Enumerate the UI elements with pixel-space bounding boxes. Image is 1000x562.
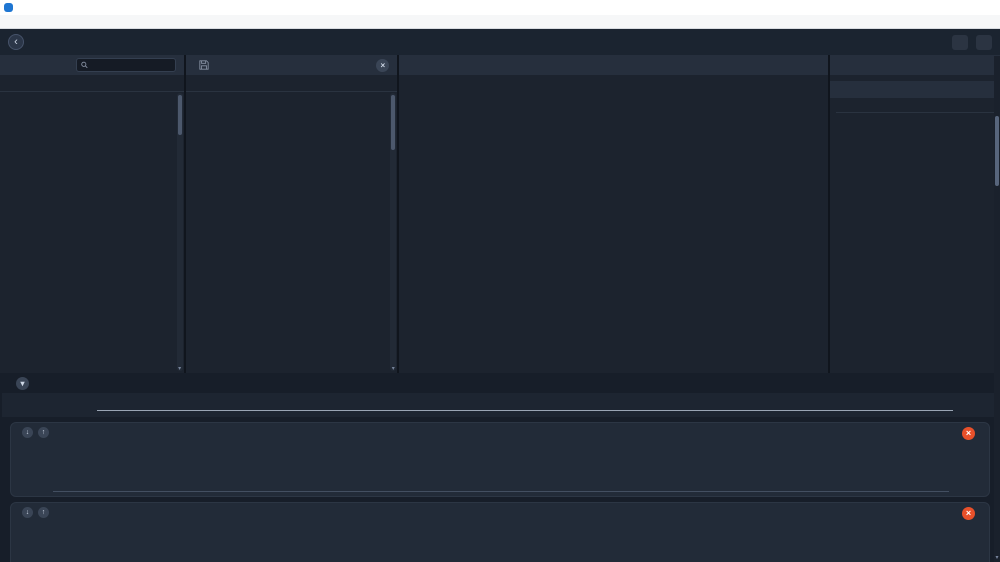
y-axis-left	[17, 440, 53, 492]
airtime-usage-panel	[399, 55, 828, 373]
signal-strength-bars-chart[interactable]	[53, 520, 949, 562]
time-ruler[interactable]	[2, 393, 998, 417]
move-down-icon[interactable]: ↓	[22, 507, 33, 518]
breadcrumb-bar: ‹	[0, 29, 1000, 55]
move-up-icon[interactable]: ↑	[38, 427, 49, 438]
graph-close-icon[interactable]: ×	[962, 427, 975, 440]
y-axis-right	[949, 520, 983, 562]
airtime-sunburst-chart[interactable]	[399, 75, 828, 373]
signal-strength-graph-panel: ↓ ↑ ×	[10, 502, 990, 562]
capture-size-badge[interactable]	[976, 35, 992, 50]
search-box[interactable]	[76, 58, 176, 72]
band-badge[interactable]	[952, 35, 968, 50]
search-input[interactable]	[91, 60, 171, 70]
graph-close-icon[interactable]: ×	[962, 507, 975, 520]
time-graphs-section: ▾ ↓ ↑ × ↓ ↑ ×	[0, 373, 1000, 562]
save-icon[interactable]	[199, 60, 209, 70]
title-bar	[0, 0, 1000, 15]
ap-transmit-bars-chart[interactable]	[53, 440, 949, 492]
packet-flow-close-icon[interactable]: ×	[376, 59, 389, 72]
ap-transmit-graph-panel: ↓ ↑ ×	[10, 422, 990, 497]
window-scrollbar[interactable]: ▾	[994, 56, 1000, 562]
app-logo-icon	[4, 3, 13, 12]
search-icon	[81, 61, 88, 69]
events-scrollbar[interactable]: ▾	[177, 93, 183, 371]
menu-bar	[0, 15, 1000, 29]
flow-scrollbar[interactable]: ▾	[390, 93, 396, 371]
y-axis-right	[949, 440, 983, 492]
move-down-icon[interactable]: ↓	[22, 427, 33, 438]
packet-events-panel: ▾	[0, 55, 184, 373]
y-axis-left	[17, 520, 53, 562]
chevron-down-icon[interactable]: ▾	[16, 377, 29, 390]
move-up-icon[interactable]: ↑	[38, 507, 49, 518]
packet-flow-panel: × ▾	[186, 55, 398, 373]
back-button[interactable]: ‹	[8, 34, 24, 50]
client-details-panel: ▾	[830, 55, 1000, 373]
